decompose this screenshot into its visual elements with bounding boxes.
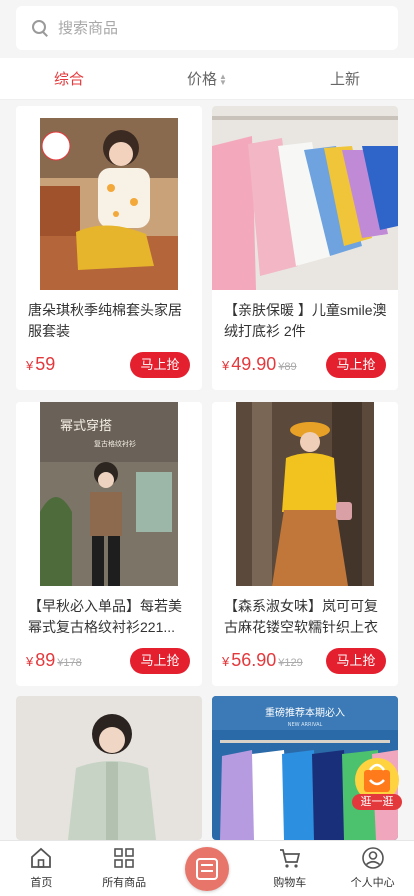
grid-icon (114, 848, 134, 868)
buy-now-button[interactable]: 马上抢 (326, 352, 386, 378)
price-value: 56.90 (231, 650, 277, 670)
image-text: NEW ARRIVAL (288, 722, 323, 728)
product-image[interactable] (16, 106, 202, 290)
tab-label: 综合 (53, 71, 84, 88)
browse-float-button[interactable]: 逛一逛 (350, 756, 404, 812)
product-image[interactable] (212, 106, 398, 290)
product-price: ¥59 (26, 354, 55, 375)
product-price: ¥49.90 ¥89 (222, 354, 297, 375)
image-text: 重磅推荐本期必入 (265, 706, 345, 719)
currency-symbol: ¥ (26, 654, 34, 669)
product-card[interactable]: 幂式穿搭 复古格纹衬衫 【早秋必入单品】每若美幂式复古格纹衬衫221... ¥8… (16, 402, 202, 686)
buy-now-button[interactable]: 马上抢 (130, 648, 190, 674)
product-card[interactable] (16, 696, 202, 840)
browse-label: 逛一逛 (360, 796, 394, 808)
center-menu-button[interactable] (184, 847, 229, 891)
nav-home[interactable]: 首页 (0, 841, 83, 896)
tab-label: 上新 (329, 71, 360, 88)
tab-new[interactable]: 上新 (276, 68, 414, 89)
nav-all-products[interactable]: 所有商品 (83, 841, 166, 896)
buy-now-button[interactable]: 马上抢 (130, 352, 190, 378)
product-title[interactable]: 【亲肤保暖 】儿童smile澳绒打底衫 2件 (224, 300, 388, 342)
search-icon (32, 20, 48, 36)
nav-label: 购物车 (273, 877, 307, 889)
product-image[interactable]: 幂式穿搭 复古格纹衬衫 (16, 402, 202, 586)
home-icon (31, 847, 52, 868)
price-value: 89 (35, 650, 56, 670)
nav-profile[interactable]: 个人中心 (331, 841, 414, 896)
currency-symbol: ¥ (222, 654, 230, 669)
original-price: ¥89 (278, 361, 297, 373)
original-price: ¥129 (278, 657, 303, 669)
product-card[interactable]: 唐朵琪秋季纯棉套头家居服套装 ¥59 马上抢 (16, 106, 202, 390)
tab-price[interactable]: 价格 ▲ ▼ (138, 68, 276, 89)
product-card[interactable]: 【森系淑女味】岚可可复古麻花镂空软糯针织上衣 ¥56.90 ¥129 马上抢 (212, 402, 398, 686)
sort-arrows-icon: ▲ ▼ (219, 72, 227, 88)
user-icon (361, 847, 384, 869)
price-value: 49.90 (231, 354, 277, 374)
bottom-nav: 首页 所有商品 购物车 个人中心 (0, 840, 414, 896)
product-image[interactable] (212, 402, 398, 586)
search-input[interactable] (58, 19, 358, 37)
product-image[interactable] (16, 696, 202, 840)
cart-icon (279, 849, 300, 868)
product-card[interactable]: 【亲肤保暖 】儿童smile澳绒打底衫 2件 ¥49.90 ¥89 马上抢 (212, 106, 398, 390)
sort-bar: 综合 价格 ▲ ▼ 上新 (0, 58, 414, 100)
image-text: 复古格纹衬衫 (94, 439, 136, 448)
currency-symbol: ¥ (26, 358, 34, 373)
nav-label: 个人中心 (350, 877, 395, 889)
nav-center[interactable] (166, 841, 249, 896)
product-price: ¥89 ¥178 (26, 650, 82, 671)
image-text: 幂式穿搭 (60, 418, 112, 434)
center-menu-icon (195, 858, 218, 880)
nav-cart[interactable]: 购物车 (248, 841, 331, 896)
tab-label: 价格 (187, 71, 218, 88)
nav-label: 首页 (30, 877, 53, 889)
buy-now-button[interactable]: 马上抢 (326, 648, 386, 674)
original-price: ¥178 (57, 657, 82, 669)
tab-comprehensive[interactable]: 综合 (0, 68, 138, 89)
product-title[interactable]: 唐朵琪秋季纯棉套头家居服套装 (28, 300, 192, 342)
product-title[interactable]: 【早秋必入单品】每若美幂式复古格纹衬衫221... (28, 596, 192, 638)
price-value: 59 (35, 354, 56, 374)
search-header (0, 0, 414, 58)
currency-symbol: ¥ (222, 358, 230, 373)
product-price: ¥56.90 ¥129 (222, 650, 303, 671)
search-bar[interactable] (16, 6, 398, 50)
nav-label: 所有商品 (102, 877, 147, 889)
product-title[interactable]: 【森系淑女味】岚可可复古麻花镂空软糯针织上衣 (224, 596, 388, 638)
